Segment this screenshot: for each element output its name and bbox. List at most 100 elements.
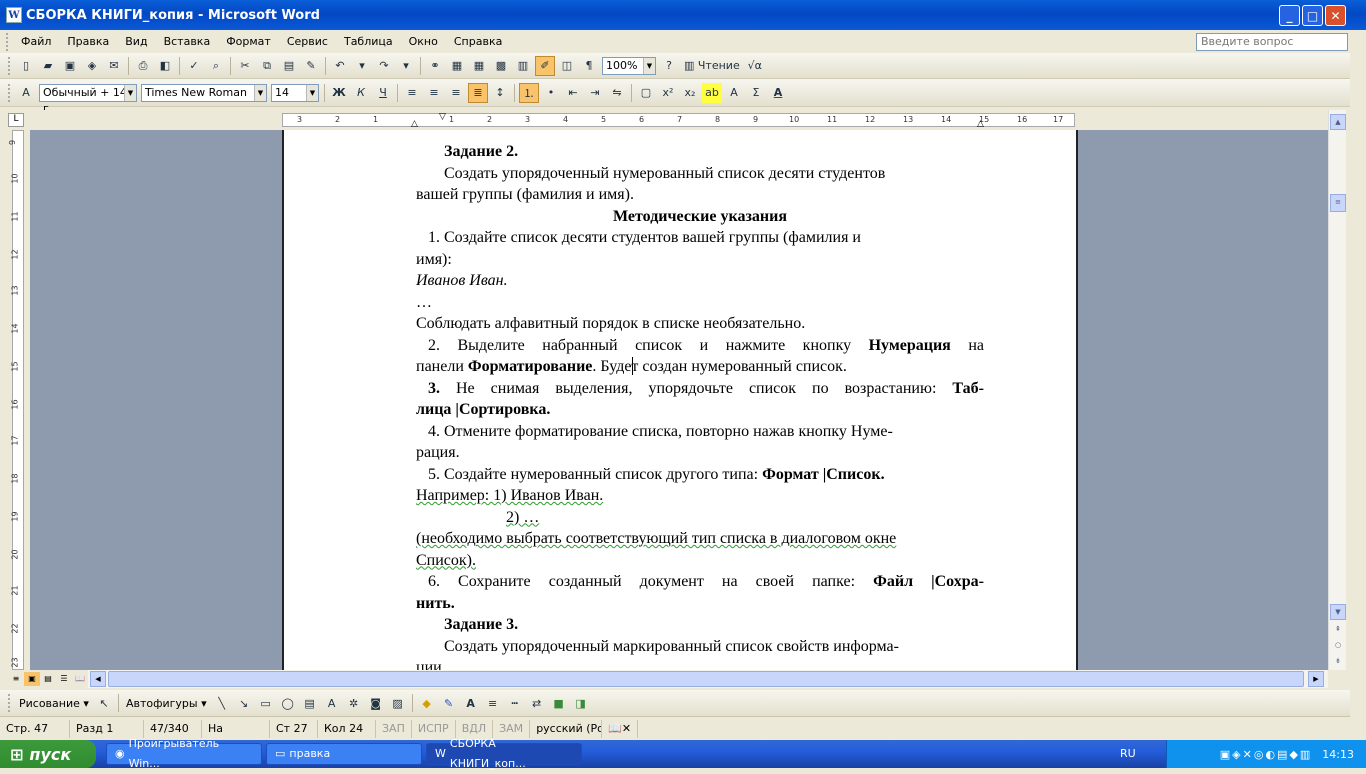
first-line-indent-marker-icon[interactable]: ▽ [439,112,446,122]
menu-file[interactable]: Файл [13,35,59,48]
text-direction-icon[interactable]: ⇋ [607,83,627,103]
clipart-icon[interactable]: ◙ [366,693,386,713]
vertical-scrollbar[interactable]: ▲ ≡ ▼ ⇞ ○ ⇟ [1328,110,1346,670]
scroll-up-icon[interactable]: ▲ [1330,114,1346,130]
copy-icon[interactable]: ⧉ [257,56,277,76]
scroll-down-icon[interactable]: ▼ [1330,604,1346,620]
read-mode-button[interactable]: ▥ Чтение [681,56,743,76]
bold-icon[interactable]: Ж [329,83,349,103]
paste-icon[interactable]: ▤ [279,56,299,76]
decrease-indent-icon[interactable]: ⇤ [563,83,583,103]
undo-icon[interactable]: ↶ [330,56,350,76]
grow-font-icon[interactable]: A [724,83,744,103]
minimize-button[interactable]: _ [1279,5,1300,26]
close-button[interactable]: ✕ [1325,5,1346,26]
increase-indent-icon[interactable]: ⇥ [585,83,605,103]
align-left-icon[interactable]: ≡ [402,83,422,103]
document-page[interactable]: Задание 2. Создать упорядоченный нумеров… [282,130,1078,670]
line-spacing-icon[interactable]: ↕ [490,83,510,103]
subscript-icon[interactable]: x₂ [680,83,700,103]
numbering-icon[interactable]: ⒈ [519,82,539,103]
permission-icon[interactable]: ◈ [82,56,102,76]
rectangle-icon[interactable]: ▭ [256,693,276,713]
task-word-document[interactable]: W СБОРКА КНИГИ_коп... [426,737,582,770]
print-preview-icon[interactable]: ◧ [155,56,175,76]
borders-icon[interactable]: ▢ [636,83,656,103]
menu-edit[interactable]: Правка [59,35,117,48]
normal-view-icon[interactable]: ≡ [8,672,24,686]
outline-view-icon[interactable]: ☰ [56,672,72,686]
open-icon[interactable]: ▰ [38,56,58,76]
menu-insert[interactable]: Вставка [156,35,219,48]
drawing-icon[interactable]: ✐ [535,55,555,76]
menu-window[interactable]: Окно [401,35,446,48]
horizontal-scroll-thumb[interactable] [108,671,1304,687]
align-center-icon[interactable]: ≡ [424,83,444,103]
font-select[interactable]: Times New Roman ▼ [141,83,267,102]
spelling-status-icon[interactable]: 📖✕ [602,719,639,738]
justify-icon[interactable]: ≣ [468,82,488,103]
reading-view-icon[interactable]: 📖 [72,672,88,686]
insert-excel-icon[interactable]: ▩ [491,56,511,76]
fill-color-icon[interactable]: ◆ [417,693,437,713]
font-size-select[interactable]: 14 ▼ [271,83,319,102]
zoom-select[interactable]: 100% ▼ [602,56,656,75]
font-color-icon[interactable]: A [768,83,788,103]
document-map-icon[interactable]: ◫ [557,56,577,76]
email-icon[interactable]: ✉ [104,56,124,76]
browse-object-icon[interactable]: ○ [1330,638,1346,654]
menu-tools[interactable]: Сервис [279,35,336,48]
bullets-icon[interactable]: • [541,83,561,103]
select-objects-icon[interactable]: ↖ [94,693,114,713]
horizontal-ruler[interactable]: L 3 2 1 1 2 3 4 5 6 7 8 9 10 11 12 13 14… [0,110,1350,130]
next-page-icon[interactable]: ⇟ [1330,654,1346,670]
line-color-icon[interactable]: ✎ [439,693,459,713]
tray-icons[interactable]: ▣◈✕◎◐▤◆▥ [1220,748,1313,761]
superscript-icon[interactable]: x² [658,83,678,103]
spelling-icon[interactable]: ✓ [184,56,204,76]
web-view-icon[interactable]: ▣ [24,672,40,686]
line-style-icon[interactable]: ≡ [483,693,503,713]
format-painter-icon[interactable]: ✎ [301,56,321,76]
redo-dropdown-icon[interactable]: ▾ [396,56,416,76]
menu-format[interactable]: Формат [218,35,279,48]
hyperlink-icon[interactable]: ⚭ [425,56,445,76]
menu-help[interactable]: Справка [446,35,510,48]
insert-table-icon[interactable]: ▦ [469,56,489,76]
maximize-button[interactable]: □ [1302,5,1323,26]
wordart-icon[interactable]: A [322,693,342,713]
tab-selector-icon[interactable]: L [8,113,24,127]
dash-style-icon[interactable]: ┅ [505,693,525,713]
ask-question-input[interactable]: Введите вопрос [1196,33,1348,51]
line-icon[interactable]: ╲ [212,693,232,713]
start-button[interactable]: ⊞ пуск [0,740,96,768]
scroll-left-icon[interactable]: ◀ [90,671,106,687]
status-rec[interactable]: ЗАП [376,719,412,738]
styles-pane-icon[interactable]: A [16,83,36,103]
redo-icon[interactable]: ↷ [374,56,394,76]
cut-icon[interactable]: ✂ [235,56,255,76]
menu-view[interactable]: Вид [117,35,155,48]
scroll-thumb[interactable]: ≡ [1330,194,1346,212]
horizontal-scrollbar[interactable]: ◀ ▶ [88,670,1328,688]
save-icon[interactable]: ▣ [60,56,80,76]
diagram-icon[interactable]: ✲ [344,693,364,713]
print-icon[interactable]: ⎙ [133,56,153,76]
style-select[interactable]: Обычный + 14 г ▼ [39,83,137,115]
task-folder[interactable]: ▭ правка [266,743,422,765]
align-right-icon[interactable]: ≡ [446,83,466,103]
undo-dropdown-icon[interactable]: ▾ [352,56,372,76]
italic-icon[interactable]: К [351,83,371,103]
font-color-icon[interactable]: A [461,693,481,713]
columns-icon[interactable]: ▥ [513,56,533,76]
scroll-right-icon[interactable]: ▶ [1308,671,1324,687]
research-icon[interactable]: ⌕ [206,56,226,76]
3d-style-icon[interactable]: ◨ [571,693,591,713]
shadow-icon[interactable]: ■ [549,693,569,713]
new-icon[interactable]: ▯ [16,56,36,76]
document-area[interactable]: Задание 2. Создать упорядоченный нумеров… [30,130,1328,670]
oval-icon[interactable]: ◯ [278,693,298,713]
menu-table[interactable]: Таблица [336,35,401,48]
tables-borders-icon[interactable]: ▦ [447,56,467,76]
left-indent-marker-icon[interactable]: △ [411,119,418,129]
